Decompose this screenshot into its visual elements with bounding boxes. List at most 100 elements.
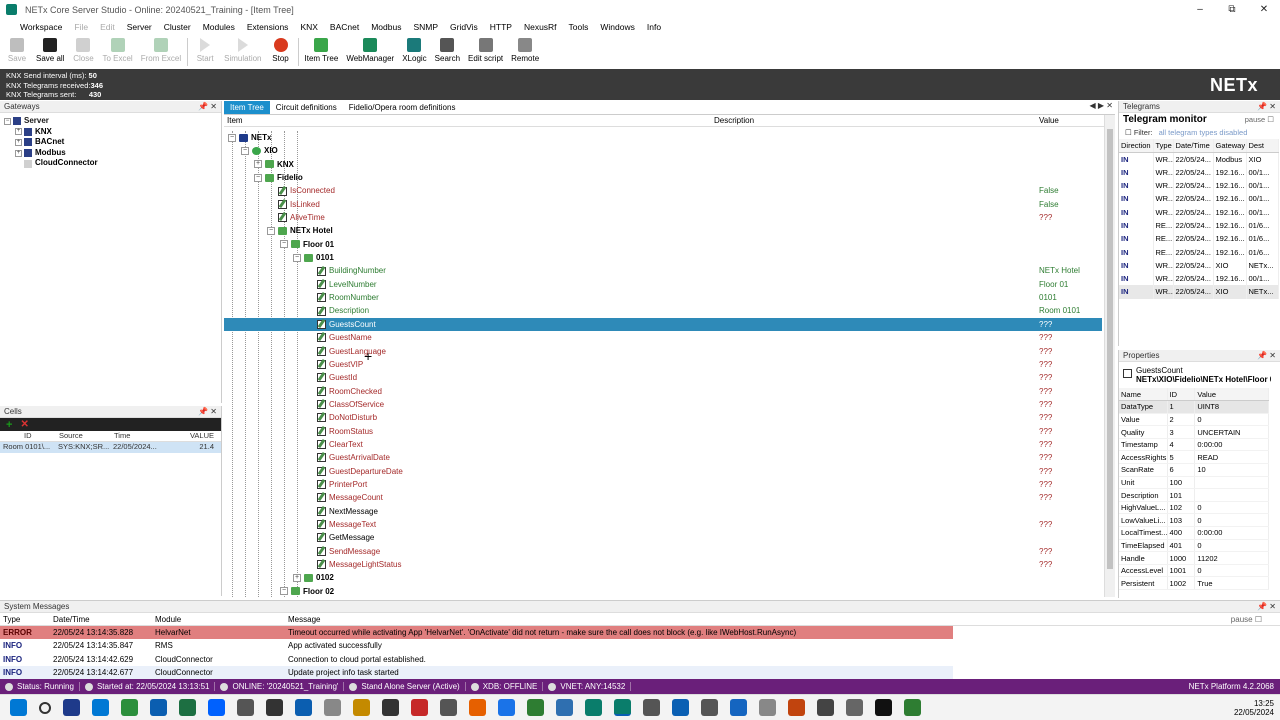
cells-col-time[interactable]: Time xyxy=(110,431,158,441)
property-row[interactable]: Timestamp 4 0:00:00 xyxy=(1119,438,1269,452)
tree-row-knx[interactable]: + KNX xyxy=(224,158,1102,171)
tree-row-fidelio[interactable]: − Fidelio xyxy=(224,171,1102,184)
expand-toggle-icon[interactable]: − xyxy=(280,240,288,249)
expand-toggle-icon[interactable] xyxy=(15,160,22,167)
col-message[interactable]: Message xyxy=(288,613,320,625)
taskbar-app-icon[interactable] xyxy=(382,699,399,716)
tabs-nav-close-icon[interactable]: ◀ ▶ ✕ xyxy=(1090,101,1113,110)
tree-row-islinked[interactable]: IsLinked False xyxy=(224,198,1102,211)
tree-row-printerport[interactable]: PrinterPort??? xyxy=(224,478,1102,491)
taskbar-app-icon[interactable] xyxy=(788,699,805,716)
menu-tools[interactable]: Tools xyxy=(563,19,595,36)
tree-row-guestscount[interactable]: GuestsCount??? xyxy=(224,317,1102,332)
telegram-row[interactable]: IN WR... 22/05/24... 192.16... 00/1... xyxy=(1119,271,1279,286)
tree-row-guestname[interactable]: GuestName??? xyxy=(224,331,1102,344)
item-tree-button[interactable]: Item Tree xyxy=(301,36,343,63)
properties-col-name[interactable]: Name xyxy=(1119,388,1168,402)
telegram-row[interactable]: IN WR... 22/05/24... 192.16... 00/1... xyxy=(1119,205,1279,219)
gateway-node-bacnet[interactable]: + BACnet xyxy=(4,137,221,148)
windows-start-icon[interactable] xyxy=(10,699,27,716)
to-excel-button[interactable]: To Excel xyxy=(98,36,136,63)
menu-modules[interactable]: Modules xyxy=(197,19,241,36)
properties-col-id[interactable]: ID xyxy=(1167,388,1196,402)
telegram-row[interactable]: IN WR... 22/05/24... XIO NETx... xyxy=(1119,258,1279,272)
taskbar-app-icon[interactable] xyxy=(411,699,428,716)
menu-gridvis[interactable]: GridVis xyxy=(444,19,484,36)
cells-col-id[interactable]: ID xyxy=(0,431,55,441)
tree-row-guestid[interactable]: GuestId??? xyxy=(224,371,1102,384)
tree-row-guestdeparturedate[interactable]: GuestDepartureDate??? xyxy=(224,465,1102,478)
telegram-filter[interactable]: ☐ Filter: all telegram types disabled xyxy=(1119,127,1280,139)
gateway-node-modbus[interactable]: + Modbus xyxy=(4,148,221,159)
tree-row-guestvip[interactable]: GuestVIP??? xyxy=(224,358,1102,371)
taskbar-app-icon[interactable] xyxy=(121,699,138,716)
taskbar-app-icon[interactable] xyxy=(643,699,660,716)
taskbar-app-icon[interactable] xyxy=(208,699,225,716)
tab-item-tree[interactable]: Item Tree xyxy=(224,101,270,114)
telegram-col-datetime[interactable]: Date/Time xyxy=(1173,139,1214,153)
expand-toggle-icon[interactable]: + xyxy=(254,160,262,169)
remote-button[interactable]: Remote xyxy=(507,36,543,63)
property-row[interactable]: Value 2 0 xyxy=(1119,413,1269,427)
taskbar-app-icon[interactable] xyxy=(353,699,370,716)
property-row[interactable]: TimeElapsed 401 0 xyxy=(1119,539,1269,553)
telegram-row[interactable]: IN RE... 22/05/24... 192.16... 01/6... xyxy=(1119,245,1279,259)
expand-toggle-icon[interactable]: − xyxy=(293,253,301,262)
col-value[interactable]: Value xyxy=(1039,115,1059,126)
tree-row-xio[interactable]: − XIO xyxy=(224,144,1102,157)
property-row[interactable]: LowValueLi... 103 0 xyxy=(1119,513,1269,528)
telegram-col-gateway[interactable]: Gateway xyxy=(1213,139,1247,153)
menu-http[interactable]: HTTP xyxy=(484,19,518,36)
tree-row-nextmessage[interactable]: NextMessage xyxy=(224,505,1102,518)
tree-row-roomchecked[interactable]: RoomChecked??? xyxy=(224,385,1102,398)
save-button[interactable]: Save xyxy=(2,36,32,63)
expand-toggle-icon[interactable]: + xyxy=(15,128,22,136)
sysmsg-pause-toggle[interactable]: pause ☐ xyxy=(1231,613,1262,626)
taskbar-app-icon[interactable] xyxy=(92,699,109,716)
property-row[interactable]: Description 101 xyxy=(1119,488,1269,502)
tree-row-roomnumber[interactable]: RoomNumber 0101 xyxy=(224,291,1102,304)
tree-row-0101[interactable]: − 0101 xyxy=(224,251,1102,264)
taskbar-app-icon[interactable] xyxy=(150,699,167,716)
panel-pin-close-icon[interactable]: 📌 ✕ xyxy=(198,406,217,418)
taskbar-app-icon[interactable] xyxy=(179,699,196,716)
telegram-col-dest[interactable]: Dest xyxy=(1246,139,1279,153)
status-item-3[interactable]: Stand Alone Server (Active) xyxy=(344,682,466,691)
search-button[interactable]: Search xyxy=(431,36,464,63)
expand-toggle-icon[interactable]: − xyxy=(228,133,236,142)
taskbar-app-icon[interactable] xyxy=(469,699,486,716)
menu-server[interactable]: Server xyxy=(121,19,158,36)
from-excel-button[interactable]: From Excel xyxy=(137,36,185,63)
filter-link[interactable]: all telegram types disabled xyxy=(1159,128,1248,137)
status-item-1[interactable]: Started at: 22/05/2024 13:13:51 xyxy=(80,682,216,691)
taskbar-app-icon[interactable] xyxy=(614,699,631,716)
menu-bacnet[interactable]: BACnet xyxy=(324,19,365,36)
system-message-row[interactable]: INFO 22/05/24 13:14:35.847 RMS App activate… xyxy=(0,639,953,653)
col-item[interactable]: Item xyxy=(224,115,714,126)
tree-row-messagelightstatus[interactable]: MessageLightStatus??? xyxy=(224,558,1102,571)
telegram-row[interactable]: IN WR... 22/05/24... 192.16... 00/1... xyxy=(1119,192,1279,206)
menu-info[interactable]: Info xyxy=(641,19,667,36)
expand-toggle-icon[interactable]: − xyxy=(254,173,262,182)
taskbar-app-icon[interactable] xyxy=(585,699,602,716)
tree-row-sendmessage[interactable]: SendMessage??? xyxy=(224,545,1102,558)
gateway-node-server[interactable]: − Server xyxy=(4,116,221,127)
panel-pin-close-icon[interactable]: 📌 ✕ xyxy=(1257,350,1276,362)
taskbar-app-icon[interactable] xyxy=(759,699,776,716)
close-icon[interactable]: ✕ xyxy=(1248,0,1280,19)
menu-modbus[interactable]: Modbus xyxy=(365,19,407,36)
menu-nexusrf[interactable]: NexusRf xyxy=(518,19,563,36)
property-row[interactable]: AccessRights 5 READ xyxy=(1119,450,1269,465)
menu-cluster[interactable]: Cluster xyxy=(158,19,197,36)
remove-cell-icon[interactable]: ✕ xyxy=(20,419,28,430)
menu-edit[interactable]: Edit xyxy=(94,19,121,36)
taskbar-app-icon[interactable] xyxy=(817,699,834,716)
system-message-row[interactable]: ERROR 22/05/24 13:14:35.828 HelvarNet Timeo… xyxy=(0,626,953,640)
tree-row-netx[interactable]: − NETx xyxy=(224,131,1102,144)
taskbar-app-icon[interactable] xyxy=(295,699,312,716)
edit-script-button[interactable]: Edit script xyxy=(464,36,507,63)
taskbar-clock[interactable]: 13:25 22/05/2024 xyxy=(1234,699,1274,717)
tree-row-floor-01[interactable]: − Floor 01 xyxy=(224,238,1102,251)
system-message-row[interactable]: INFO 22/05/24 13:14:42.629 CloudConnector C… xyxy=(0,652,953,666)
property-row[interactable]: Handle 1000 11202 xyxy=(1119,551,1269,565)
